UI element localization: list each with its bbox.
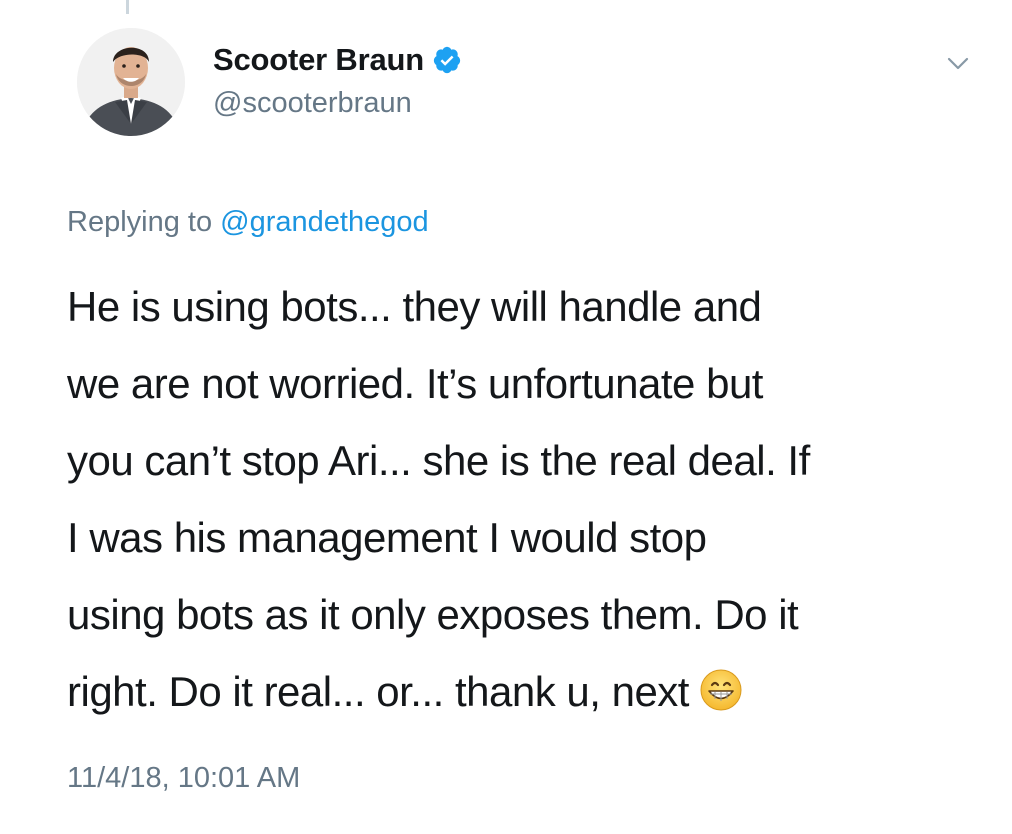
- avatar-image: [77, 28, 185, 136]
- reply-mention-link[interactable]: @grandethegod: [220, 206, 428, 238]
- avatar[interactable]: [77, 28, 185, 136]
- thread-connector-line: [126, 0, 129, 14]
- reply-context-prefix: Replying to: [67, 206, 213, 238]
- tweet-text-line: you can’t stop Ari... she is the real de…: [67, 437, 810, 484]
- tweet-text-line: right. Do it real... or... thank u, next: [67, 668, 689, 715]
- author-handle[interactable]: @scooterbraun: [213, 86, 462, 120]
- author-display-name[interactable]: Scooter Braun: [213, 42, 424, 78]
- reply-context: Replying to @grandethegod: [67, 204, 429, 240]
- tweet-text-last-line: right. Do it real... or... thank u, next: [67, 653, 987, 730]
- tweet-author[interactable]: Scooter Braun @scooterbraun: [213, 42, 462, 120]
- tweet-text-line: He is using bots... they will handle and: [67, 283, 762, 330]
- author-name-row: Scooter Braun: [213, 42, 462, 78]
- chevron-down-icon[interactable]: [940, 52, 976, 76]
- grinning-face-emoji-icon: [699, 659, 743, 711]
- tweet-text: He is using bots... they will handle and…: [67, 268, 987, 730]
- tweet-text-line: we are not worried. It’s unfortunate but: [67, 360, 763, 407]
- tweet-text-line: I was his management I would stop: [67, 514, 707, 561]
- tweet-timestamp[interactable]: 11/4/18, 10:01 AM: [67, 760, 300, 796]
- verified-badge-icon: [432, 45, 462, 75]
- tweet-text-line: using bots as it only exposes them. Do i…: [67, 591, 799, 638]
